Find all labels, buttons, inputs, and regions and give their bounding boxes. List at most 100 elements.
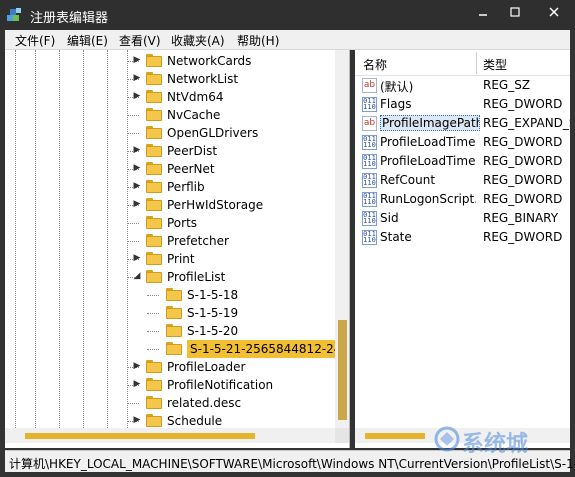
tree-item-label: ProfileList <box>167 270 226 284</box>
menu-help[interactable]: 帮助(H) <box>237 32 279 49</box>
maximize-icon <box>510 7 520 17</box>
folder-icon <box>166 306 182 319</box>
value-row[interactable]: 011 110ProfileLoadTime... REG_DWORD <box>355 133 570 152</box>
tree-item[interactable]: S-1-5-21-2565844812-242109 <box>5 340 349 358</box>
tree-item[interactable]: ▶ NtVdm64 <box>5 88 335 106</box>
value-type: REG_DWORD <box>483 173 563 187</box>
registry-values-list: 名称 类型 ab (默认) REG_SZ 011 110 Flags REG_DWORD a… <box>355 50 570 448</box>
tree-item-label: NvCache <box>167 108 221 122</box>
collapsed-arrow-icon[interactable]: ▶ <box>132 361 142 371</box>
folder-icon-body <box>146 218 162 229</box>
regedit-app-icon <box>7 8 21 21</box>
folder-icon-body <box>146 380 162 391</box>
collapsed-arrow-icon[interactable]: ▶ <box>132 199 142 209</box>
tree-horizontal-scroll-thumb[interactable] <box>25 433 255 439</box>
value-type: REG_DWORD <box>483 230 563 244</box>
column-header-type[interactable]: 类型 <box>483 56 507 73</box>
folder-icon <box>146 180 162 193</box>
folder-icon <box>146 108 162 121</box>
tree-item[interactable]: Prefetcher <box>5 232 335 250</box>
folder-icon <box>146 54 162 67</box>
collapsed-arrow-icon[interactable]: ▶ <box>132 181 142 191</box>
tree-item[interactable]: ▶ Print <box>5 250 335 268</box>
value-name: (默认) <box>380 80 414 94</box>
collapsed-arrow-icon[interactable]: ▶ <box>132 145 142 155</box>
collapsed-arrow-icon[interactable]: ▶ <box>132 55 142 65</box>
close-button[interactable] <box>532 0 575 24</box>
folder-icon <box>146 144 162 157</box>
menu-edit[interactable]: 编辑(E) <box>67 32 108 49</box>
folder-icon <box>146 414 162 427</box>
collapsed-arrow-icon[interactable]: ▶ <box>132 253 142 263</box>
tree-item[interactable]: NvCache <box>5 106 335 124</box>
folder-icon-body <box>146 236 162 247</box>
tree-item[interactable]: OpenGLDrivers <box>5 124 335 142</box>
menu-view[interactable]: 查看(V) <box>119 32 161 49</box>
tree-connector <box>147 331 159 332</box>
tree-vertical-scrollbar[interactable] <box>335 50 349 428</box>
tree-item[interactable]: ▶ PeerNet <box>5 160 335 178</box>
value-type: REG_DWORD <box>483 192 563 206</box>
title-bar[interactable]: 注册表编辑器 <box>0 0 575 30</box>
value-type: REG_EXPAND_SZ <box>483 116 570 130</box>
tree-item[interactable]: S-1-5-20 <box>5 322 335 340</box>
tree-connector <box>127 403 139 404</box>
tree-item[interactable]: S-1-5-18 <box>5 286 335 304</box>
column-header-name[interactable]: 名称 <box>363 56 387 73</box>
watermark-logo-icon <box>434 426 460 452</box>
value-name: ProfileImagePath <box>380 115 480 131</box>
tree-item[interactable]: Ports <box>5 214 335 232</box>
collapsed-arrow-icon[interactable]: ▶ <box>132 91 142 101</box>
menu-favorites[interactable]: 收藏夹(A) <box>171 32 225 49</box>
binary-value-icon: 011 110 <box>362 154 377 169</box>
expanded-arrow-icon[interactable]: ◢ <box>132 271 142 281</box>
tree-item[interactable]: ▶ PerHwIdStorage <box>5 196 335 214</box>
folder-icon <box>146 90 162 103</box>
value-type: REG_DWORD <box>483 135 563 149</box>
list-header: 名称 类型 <box>355 50 570 76</box>
menu-file[interactable]: 文件(F) <box>15 32 55 49</box>
value-row[interactable]: 011 110 RefCount REG_DWORD <box>355 171 570 190</box>
value-name: Flags <box>380 97 412 111</box>
tree-connector <box>147 295 159 296</box>
column-divider[interactable] <box>476 52 477 74</box>
value-row[interactable]: 011 110 Sid REG_BINARY <box>355 209 570 228</box>
value-row[interactable]: 011 110 RunLogonScript... REG_DWORD <box>355 190 570 209</box>
folder-icon-body <box>166 326 182 337</box>
value-row[interactable]: 011 110 Flags REG_DWORD <box>355 95 570 114</box>
collapsed-arrow-icon[interactable]: ▶ <box>132 415 142 425</box>
minimize-button[interactable] <box>468 0 498 24</box>
folder-icon <box>146 126 162 139</box>
value-row[interactable]: 011 110ProfileLoadTime... REG_DWORD <box>355 152 570 171</box>
tree-item-label: PeerDist <box>167 144 218 158</box>
binary-value-icon: 011 110 <box>362 230 377 245</box>
tree-item[interactable]: S-1-5-19 <box>5 304 335 322</box>
tree-item[interactable]: ▶ PeerDist <box>5 142 335 160</box>
value-type: REG_SZ <box>483 78 531 92</box>
folder-icon-body <box>146 56 162 67</box>
tree-connector <box>127 241 139 242</box>
collapsed-arrow-icon[interactable]: ▶ <box>132 73 142 83</box>
tree-item[interactable]: ◢ ProfileList <box>5 268 335 286</box>
value-row[interactable]: ab (默认) REG_SZ <box>355 76 570 95</box>
tree-item[interactable]: ▶ NetworkCards <box>5 52 335 70</box>
value-row[interactable]: 011 110 State REG_DWORD <box>355 228 570 247</box>
maximize-button[interactable] <box>500 0 530 24</box>
value-name: RefCount <box>380 173 436 187</box>
tree-horizontal-scrollbar[interactable] <box>5 428 335 443</box>
tree-item[interactable]: ▶ Perflib <box>5 178 335 196</box>
folder-icon <box>146 270 162 283</box>
list-horizontal-scroll-thumb[interactable] <box>365 433 425 439</box>
value-type: REG_BINARY <box>483 211 559 225</box>
close-icon <box>548 7 559 17</box>
collapsed-arrow-icon[interactable]: ▶ <box>132 379 142 389</box>
tree-item[interactable]: ▶ ProfileNotification <box>5 376 335 394</box>
tree-item[interactable]: related.desc <box>5 394 335 412</box>
tree-item[interactable]: ▶ NetworkList <box>5 70 335 88</box>
tree-vertical-scroll-thumb[interactable] <box>338 320 347 420</box>
value-row[interactable]: abProfileImagePathREG_EXPAND_SZ <box>355 114 570 133</box>
folder-icon-body <box>146 416 162 427</box>
collapsed-arrow-icon[interactable]: ▶ <box>132 163 142 173</box>
tree-item[interactable]: ▶ ProfileLoader <box>5 358 335 376</box>
tree-item-label: ProfileNotification <box>167 378 274 392</box>
